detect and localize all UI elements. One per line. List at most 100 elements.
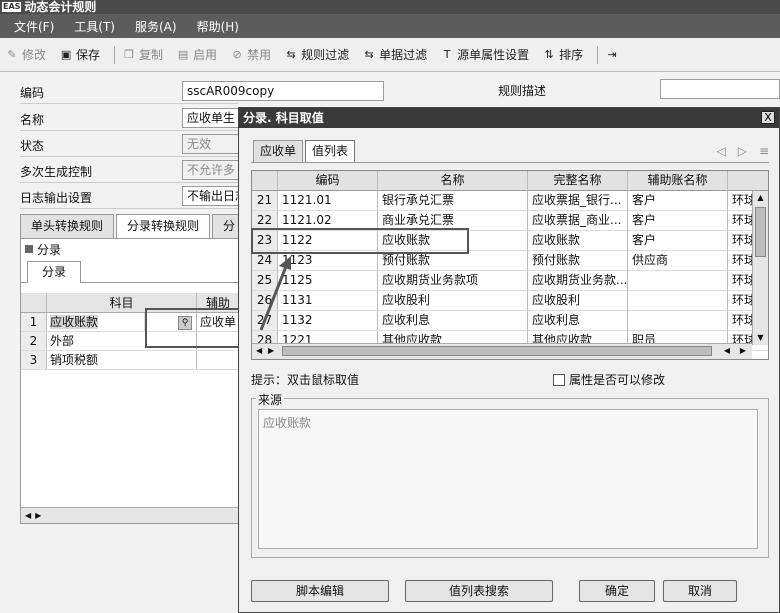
table-row[interactable]: 3 销项税额	[21, 351, 239, 370]
copy-button[interactable]: ❐ 复制	[123, 46, 163, 63]
rule-filter-button[interactable]: ⇆ 规则过滤	[285, 46, 349, 63]
filter-icon: ⇆	[364, 47, 374, 61]
full-name-cell[interactable]: 应收利息	[528, 311, 628, 331]
table-row[interactable]: 26 1131 应收股利 应收股利 环球	[252, 291, 768, 311]
code-cell[interactable]: 1121.01	[278, 191, 378, 211]
scroll-thumb[interactable]	[755, 207, 766, 257]
app-logo: EAS	[2, 2, 22, 12]
tab-entry[interactable]: 分录	[27, 261, 82, 283]
table-row[interactable]: 25 1125 应收期货业务款项 应收期货业务款... 环球	[252, 271, 768, 291]
col-full-name[interactable]: 完整名称	[528, 171, 628, 191]
aux-name-cell[interactable]	[628, 311, 728, 331]
edit-button[interactable]: ✎ 修改	[6, 46, 46, 63]
aux-name-cell[interactable]	[628, 271, 728, 291]
menu-tools[interactable]: 工具(T)	[74, 18, 115, 35]
name-cell[interactable]: 预付账款	[378, 251, 528, 271]
col-extra[interactable]	[728, 171, 768, 191]
sort-icon: ⇅	[544, 47, 554, 61]
toolbar: ✎ 修改 ▣ 保存 ❐ 复制 ▤ 启用 ⊘ 禁用 ⇆ 规则过滤 ⇆ 单据过滤 T 源单属性设置 …	[0, 38, 780, 72]
name-cell[interactable]: 应收期货业务款项	[378, 271, 528, 291]
scroll-down-icon[interactable]: ▼	[753, 331, 768, 345]
table-row[interactable]: 24 1123 预付账款 预付账款 供应商 环球	[252, 251, 768, 271]
divider	[20, 130, 238, 131]
sort-button[interactable]: ⇅ 排序	[543, 46, 584, 63]
source-attr-button[interactable]: T 源单属性设置	[441, 46, 529, 63]
aux-name-cell[interactable]: 供应商	[628, 251, 728, 271]
multi-gen-field[interactable]: 不允许多	[182, 160, 242, 180]
close-button[interactable]: X	[761, 111, 775, 124]
script-edit-button[interactable]: 脚本编辑	[251, 580, 389, 602]
menu-help[interactable]: 帮助(H)	[197, 18, 239, 35]
full-name-cell[interactable]: 应收股利	[528, 291, 628, 311]
dialog-tabs: 应收单 值列表	[253, 140, 357, 162]
aux-name-cell[interactable]	[628, 291, 728, 311]
row-number: 3	[21, 351, 47, 369]
scroll-up-icon[interactable]: ▲	[753, 191, 768, 205]
menu-service[interactable]: 服务(A)	[135, 18, 177, 35]
log-output-field[interactable]: 不输出日志	[182, 186, 242, 206]
vertical-scrollbar[interactable]: ▲ ▼	[752, 191, 768, 345]
highlight-box	[145, 308, 240, 348]
tab-header-rule[interactable]: 单头转换规则	[20, 214, 115, 238]
tab-entry-rule[interactable]: 分录转换规则	[116, 214, 211, 238]
source-textarea[interactable]: 应收账款	[258, 409, 758, 549]
attr-editable-checkbox[interactable]: 属性是否可以修改	[553, 371, 665, 388]
scroll-left-icon[interactable]: ◀	[25, 511, 31, 520]
scroll-left-icon[interactable]: ◀	[724, 346, 730, 355]
value-list-search-button[interactable]: 值列表搜索	[405, 580, 553, 602]
tab-divider	[251, 162, 769, 163]
source-group: 来源 应收账款	[251, 391, 769, 558]
enable-button[interactable]: ▤ 启用	[177, 46, 217, 63]
cancel-button[interactable]: 取消	[663, 580, 737, 602]
tab-receivable[interactable]: 应收单	[253, 140, 304, 162]
name-field[interactable]: 应收单生	[182, 108, 242, 128]
horizontal-scrollbar[interactable]: ◀ ▶ ◀ ▶	[252, 343, 752, 359]
scroll-right-icon[interactable]: ▶	[268, 346, 274, 355]
col-aux-name[interactable]: 辅助账名称	[628, 171, 728, 191]
menu-file[interactable]: 文件(F)	[14, 18, 54, 35]
filter-icon: ⇆	[286, 47, 296, 61]
name-cell[interactable]: 应收股利	[378, 291, 528, 311]
full-name-cell[interactable]: 应收票据_商业...	[528, 211, 628, 231]
name-label: 名称	[20, 113, 45, 127]
col-code[interactable]: 编码	[278, 171, 378, 191]
h-scroll-thumb[interactable]	[282, 346, 712, 356]
name-cell[interactable]: 银行承兑汇票	[378, 191, 528, 211]
col-name[interactable]: 名称	[378, 171, 528, 191]
arrow-icon	[259, 256, 291, 331]
collapse-icon[interactable]	[25, 245, 33, 253]
menu-icon[interactable]: ≡	[759, 144, 769, 158]
full-name-cell[interactable]: 应收期货业务款...	[528, 271, 628, 291]
scroll-right-icon[interactable]: ▶	[35, 511, 41, 520]
scroll-right-icon[interactable]: ▶	[740, 346, 746, 355]
code-label: 编码	[20, 86, 45, 100]
subject-cell[interactable]: 销项税额	[47, 351, 197, 369]
scroll-left-icon[interactable]: ◀	[256, 346, 262, 355]
status-field: 无效	[182, 134, 242, 154]
horizontal-scrollbar[interactable]: ◀ ▶	[21, 507, 239, 523]
full-name-cell[interactable]: 应收账款	[528, 231, 628, 251]
exit-button[interactable]: ⇥	[606, 48, 618, 61]
full-name-cell[interactable]: 应收票据_银行...	[528, 191, 628, 211]
next-icon[interactable]: ▷	[738, 144, 747, 158]
aux-name-cell[interactable]: 客户	[628, 191, 728, 211]
disable-button[interactable]: ⊘ 禁用	[231, 46, 271, 63]
aux-name-cell[interactable]: 客户	[628, 231, 728, 251]
prev-icon[interactable]: ◁	[716, 144, 725, 158]
table-row[interactable]: 21 1121.01 银行承兑汇票 应收票据_银行... 客户 环球	[252, 191, 768, 211]
tab-value-list[interactable]: 值列表	[305, 140, 356, 162]
bill-filter-button[interactable]: ⇆ 单据过滤	[363, 46, 427, 63]
name-cell[interactable]: 应收利息	[378, 311, 528, 331]
row-number: 1	[21, 313, 47, 331]
full-name-cell[interactable]: 预付账款	[528, 251, 628, 271]
aux-cell[interactable]	[197, 351, 239, 369]
nav-controls: ◁ ▷ ≡	[716, 144, 769, 158]
checkbox-box[interactable]	[553, 373, 565, 386]
aux-name-cell[interactable]: 客户	[628, 211, 728, 231]
subject-cell[interactable]: 应收账款	[47, 313, 145, 331]
ok-button[interactable]: 确定	[579, 580, 655, 602]
code-field[interactable]: sscAR009copy	[182, 81, 384, 101]
save-button[interactable]: ▣ 保存	[60, 46, 100, 63]
table-row[interactable]: 27 1132 应收利息 应收利息 环球	[252, 311, 768, 331]
desc-field[interactable]	[660, 79, 780, 99]
